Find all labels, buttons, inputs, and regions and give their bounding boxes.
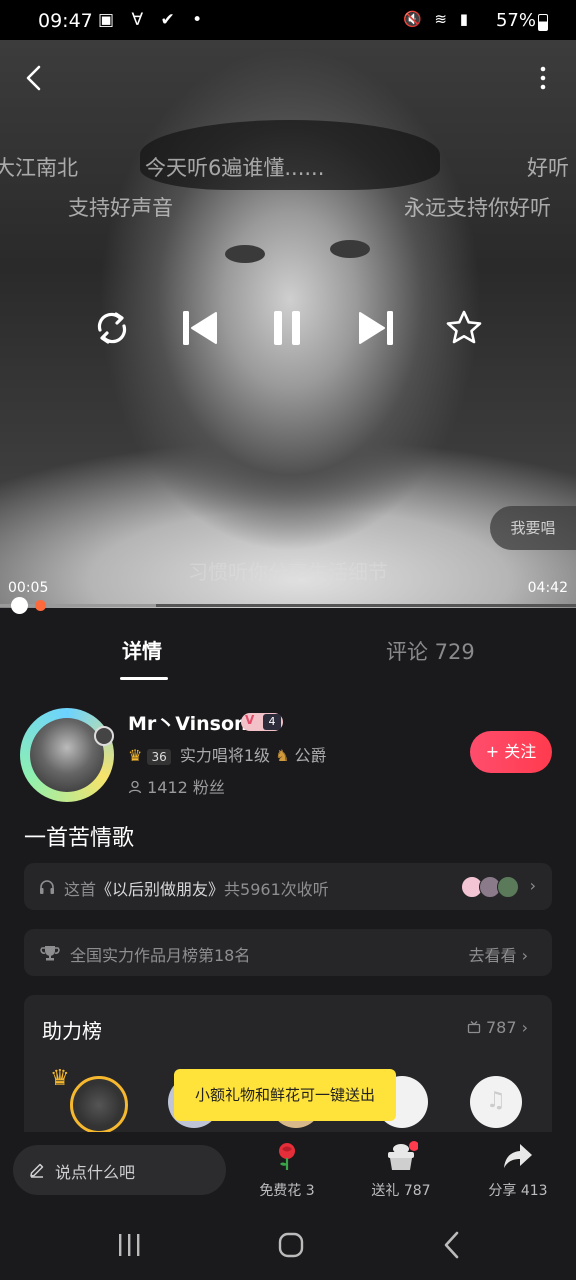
listener-avatar [497, 876, 519, 898]
duration: 04:42 [527, 580, 568, 596]
rank-text: 实力唱将1级 [179, 746, 270, 765]
tab-details[interactable]: 详情 [122, 635, 162, 664]
pause-icon[interactable] [270, 308, 306, 348]
vip-level: 4 [263, 714, 281, 730]
back-icon[interactable] [22, 64, 46, 92]
headphones-icon [40, 880, 54, 894]
free-flower-label: 免费花 3 [259, 1183, 315, 1199]
signal-icons: 🔇 ≋ ▮ [402, 10, 472, 28]
free-flower-button[interactable]: 免费花 3 [252, 1140, 322, 1200]
battery-icon [538, 14, 548, 31]
fans-count: 1412 粉丝 [147, 778, 225, 797]
star-icon[interactable] [444, 308, 484, 348]
video-player[interactable]: 大江南北 今天听6遍谁懂...... 好听 支持好声音 永远支持你好听 我要唱 … [0, 40, 576, 608]
vip-icon: V [245, 713, 255, 727]
gift-tooltip: 小额礼物和鲜花可一键送出 [174, 1069, 396, 1121]
title-text: 公爵 [294, 746, 327, 765]
listen-count-text: 这首《以后别做朋友》共5961次收听 [64, 876, 329, 900]
current-time: 00:05 [8, 580, 49, 596]
notification-icons: ▣ ∀ ✔ • [98, 10, 209, 30]
crown-icon: ♛ [50, 1066, 70, 1091]
crown-icon: ♛ [128, 746, 143, 765]
progress-marker [35, 600, 46, 611]
view-rank-link[interactable]: 去看看 › [468, 942, 528, 966]
gift-box-icon [467, 1021, 481, 1034]
danmaku-comment: 大江南北 [0, 156, 78, 180]
tab-indicator [120, 677, 168, 680]
title-icon: ♞ [275, 746, 290, 765]
gift-label: 送礼 787 [371, 1183, 431, 1199]
comment-input[interactable]: 说点什么吧 [13, 1145, 226, 1195]
pencil-icon [30, 1163, 44, 1178]
gift-icon [388, 1141, 419, 1170]
gift-button[interactable]: 送礼 787 [366, 1140, 436, 1200]
user-name[interactable]: Mr丶Vinson [128, 709, 248, 736]
loop-icon[interactable] [92, 308, 132, 348]
video-frame-detail [330, 240, 370, 258]
chevron-right-icon: › [521, 1018, 528, 1037]
status-bar: 09:47 ▣ ∀ ✔ • 🔇 ≋ ▮ 57% [0, 0, 576, 40]
video-frame-detail [225, 245, 265, 263]
music-note-icon: ♫ [486, 1088, 506, 1113]
chevron-right-icon: › [529, 876, 536, 895]
user-icon [128, 780, 142, 794]
tab-comments[interactable]: 评论 729 [386, 636, 475, 666]
danmaku-comment: 好听 [527, 156, 569, 180]
rank-text: 全国实力作品月榜第18名 [70, 946, 251, 965]
comment-placeholder: 说点什么吧 [55, 1163, 136, 1182]
lyric-subtitle: 习惯听你分享生活细节 [188, 560, 388, 584]
song-name[interactable]: 《以后别做朋友》 [96, 880, 224, 899]
rank-line: ♛ 36 实力唱将1级 ♞ 公爵 [128, 742, 327, 766]
progress-handle[interactable] [11, 597, 28, 614]
rank-card[interactable]: 全国实力作品月榜第18名 去看看 › [24, 929, 552, 976]
level-number: 36 [147, 749, 171, 765]
danmaku-comment: 永远支持你好听 [404, 196, 551, 220]
avatar-badge [94, 726, 114, 746]
battery-level: 57% [495, 10, 536, 31]
rose-icon [279, 1143, 295, 1170]
trophy-icon [40, 946, 60, 961]
vip-badge: V 4 [241, 713, 283, 731]
back-nav-icon[interactable] [442, 1230, 462, 1260]
home-icon[interactable] [277, 1231, 305, 1259]
share-label: 分享 413 [488, 1183, 548, 1199]
listen-count: 共5961次收听 [224, 880, 329, 899]
status-time: 09:47 [38, 10, 93, 32]
sing-button[interactable]: 我要唱 [490, 506, 576, 550]
listen-prefix: 这首 [64, 880, 97, 899]
more-icon[interactable] [538, 66, 548, 90]
support-count: 787 › [467, 1018, 528, 1037]
fans-count-line: 1412 粉丝 [128, 774, 225, 798]
support-board-title: 助力榜 [42, 1019, 102, 1043]
supporter-avatar[interactable] [70, 1076, 128, 1134]
danmaku-comment: 今天听6遍谁懂...... [145, 156, 325, 180]
avatar[interactable] [30, 718, 104, 792]
danmaku-comment: 支持好声音 [68, 196, 173, 220]
song-description: 一首苦情歌 [24, 826, 135, 851]
share-icon [504, 1144, 532, 1168]
support-count-value: 787 [485, 1018, 517, 1037]
next-icon[interactable] [356, 308, 396, 348]
view-rank-label: 去看看 [468, 946, 517, 965]
recents-icon[interactable] [116, 1232, 142, 1258]
supporter-avatar[interactable]: ♫ [470, 1076, 522, 1128]
prev-icon[interactable] [180, 308, 220, 348]
share-button[interactable]: 分享 413 [482, 1140, 554, 1200]
listen-count-card[interactable]: 这首《以后别做朋友》共5961次收听 › [24, 863, 552, 910]
chevron-right-icon: › [521, 946, 528, 965]
follow-button[interactable]: + 关注 [470, 731, 552, 773]
